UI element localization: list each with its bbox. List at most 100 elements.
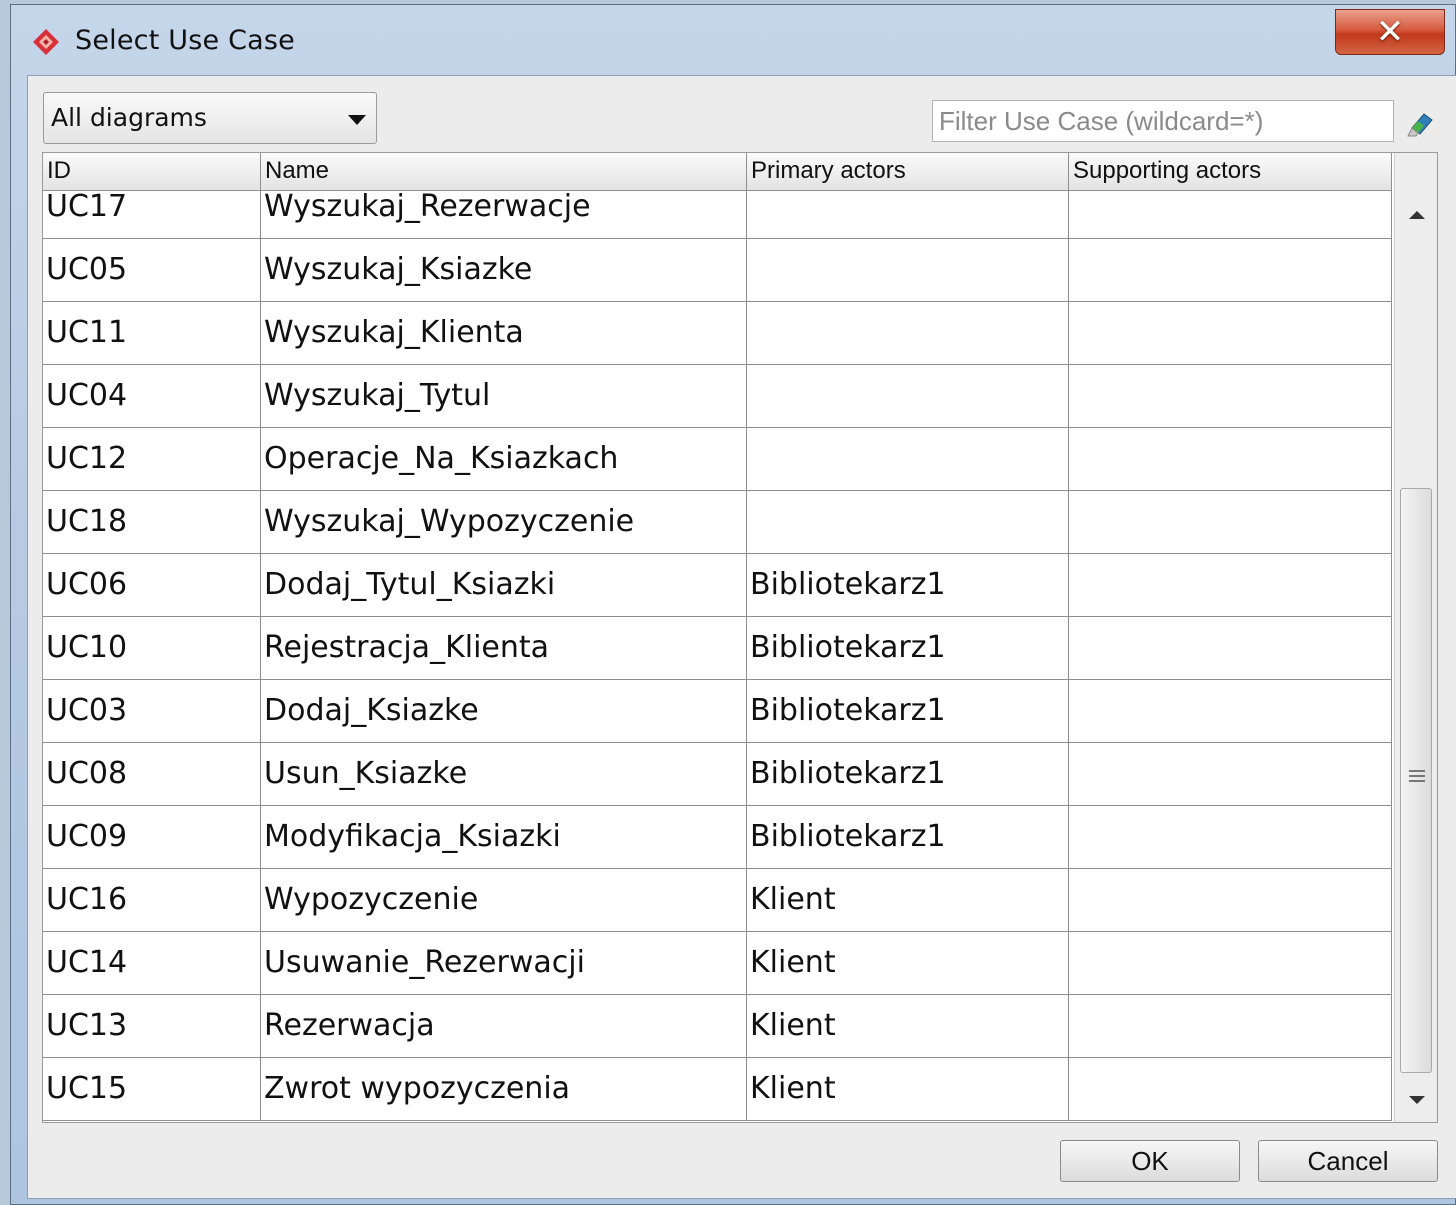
cell-name: Dodaj_Ksiazke <box>261 680 747 742</box>
table-row[interactable]: UC14 Usuwanie_Rezerwacji Klient <box>43 932 1392 995</box>
cell-name: Usuwanie_Rezerwacji <box>261 932 747 994</box>
table-row[interactable]: UC06 Dodaj_Tytul_Ksiazki Bibliotekarz1 <box>43 554 1392 617</box>
column-header-primary-actors[interactable]: Primary actors <box>747 153 1069 191</box>
close-icon: ✕ <box>1375 12 1405 52</box>
cell-supporting-actors <box>1069 491 1392 553</box>
cell-primary-actors <box>747 302 1069 364</box>
grip-icon <box>1409 770 1425 772</box>
table-body: UC17 Wyszukaj_Rezerwacje UC05 Wyszukaj_Ksia… <box>43 191 1392 1122</box>
cancel-button-label: Cancel <box>1307 1146 1389 1176</box>
table-row[interactable]: UC03 Dodaj_Ksiazke Bibliotekarz1 <box>43 680 1392 743</box>
table-row[interactable]: UC11 Wyszukaj_Klienta <box>43 302 1392 365</box>
cell-name: Wyszukaj_Rezerwacje <box>261 191 747 238</box>
cell-supporting-actors <box>1069 365 1392 427</box>
cell-name: Wyszukaj_Tytul <box>261 365 747 427</box>
cell-name: Rezerwacja <box>261 995 747 1057</box>
ok-button[interactable]: OK <box>1060 1140 1240 1182</box>
column-header-name[interactable]: Name <box>261 153 747 191</box>
cell-id: UC04 <box>43 365 261 427</box>
cell-id: UC03 <box>43 680 261 742</box>
cell-primary-actors <box>747 365 1069 427</box>
cell-primary-actors: Bibliotekarz1 <box>747 554 1069 616</box>
cell-supporting-actors <box>1069 239 1392 301</box>
diagram-filter-select[interactable]: All diagrams <box>43 92 377 144</box>
cell-primary-actors: Bibliotekarz1 <box>747 806 1069 868</box>
table-row[interactable]: UC09 Modyfikacja_Ksiazki Bibliotekarz1 <box>43 806 1392 869</box>
table-row[interactable]: UC13 Rezerwacja Klient <box>43 995 1392 1058</box>
cell-id: UC11 <box>43 302 261 364</box>
vertical-scrollbar[interactable] <box>1394 153 1437 1122</box>
table-row[interactable]: UC05 Wyszukaj_Ksiazke <box>43 239 1392 302</box>
table-row[interactable]: UC15 Zwrot wypozyczenia Klient <box>43 1058 1392 1121</box>
scroll-thumb[interactable] <box>1400 488 1432 1073</box>
table-row[interactable]: UC17 Wyszukaj_Rezerwacje <box>43 191 1392 239</box>
title-bar[interactable]: Select Use Case ✕ <box>11 5 1455 73</box>
column-header-id[interactable]: ID <box>43 153 261 191</box>
cell-name: Dodaj_Tytul_Ksiazki <box>261 554 747 616</box>
cell-primary-actors <box>747 491 1069 553</box>
cell-primary-actors <box>747 428 1069 490</box>
cell-id: UC17 <box>43 191 261 238</box>
table-row[interactable]: UC12 Operacje_Na_Ksiazkach <box>43 428 1392 491</box>
cell-name: Zwrot wypozyczenia <box>261 1058 747 1120</box>
cell-supporting-actors <box>1069 869 1392 931</box>
ok-button-label: OK <box>1131 1146 1169 1176</box>
app-logo-icon <box>33 29 59 55</box>
dialog-body: All diagrams ID Name Primary actors Supp… <box>27 75 1456 1199</box>
cell-id: UC18 <box>43 491 261 553</box>
cell-id: UC15 <box>43 1058 261 1120</box>
cell-name: Wyszukaj_Wypozyczenie <box>261 491 747 553</box>
cell-supporting-actors <box>1069 554 1392 616</box>
cell-id: UC08 <box>43 743 261 805</box>
cell-name: Wypozyczenie <box>261 869 747 931</box>
cell-name: Wyszukaj_Klienta <box>261 302 747 364</box>
cell-supporting-actors <box>1069 806 1392 868</box>
cell-primary-actors: Bibliotekarz1 <box>747 617 1069 679</box>
cell-supporting-actors <box>1069 995 1392 1057</box>
cell-primary-actors: Klient <box>747 1058 1069 1120</box>
cell-id: UC09 <box>43 806 261 868</box>
grip-line <box>1409 780 1425 782</box>
cell-supporting-actors <box>1069 302 1392 364</box>
cell-name: Modyfikacja_Ksiazki <box>261 806 747 868</box>
cell-id: UC14 <box>43 932 261 994</box>
cell-id: UC16 <box>43 869 261 931</box>
cell-supporting-actors <box>1069 191 1392 238</box>
cancel-button[interactable]: Cancel <box>1258 1140 1438 1182</box>
cell-supporting-actors <box>1069 428 1392 490</box>
cell-id: UC06 <box>43 554 261 616</box>
cell-id: UC05 <box>43 239 261 301</box>
cell-supporting-actors <box>1069 1058 1392 1120</box>
close-button[interactable]: ✕ <box>1335 9 1445 55</box>
table-row[interactable]: UC08 Usun_Ksiazke Bibliotekarz1 <box>43 743 1392 806</box>
cell-primary-actors <box>747 191 1069 238</box>
filter-use-case-input[interactable] <box>932 100 1394 142</box>
chevron-down-icon <box>348 115 366 125</box>
column-header-supporting-actors[interactable]: Supporting actors <box>1069 153 1392 191</box>
select-use-case-dialog: Select Use Case ✕ All diagrams ID Name P… <box>10 4 1456 1205</box>
cell-primary-actors: Bibliotekarz1 <box>747 743 1069 805</box>
cell-id: UC13 <box>43 995 261 1057</box>
cell-name: Usun_Ksiazke <box>261 743 747 805</box>
table-row[interactable]: UC10 Rejestracja_Klienta Bibliotekarz1 <box>43 617 1392 680</box>
table-row[interactable]: UC16 Wypozyczenie Klient <box>43 869 1392 932</box>
cell-supporting-actors <box>1069 743 1392 805</box>
cell-name: Rejestracja_Klienta <box>261 617 747 679</box>
cell-supporting-actors <box>1069 680 1392 742</box>
cell-id: UC10 <box>43 617 261 679</box>
scroll-up-arrow-icon[interactable] <box>1409 211 1425 219</box>
cell-primary-actors: Klient <box>747 995 1069 1057</box>
table-row[interactable]: UC18 Wyszukaj_Wypozyczenie <box>43 491 1392 554</box>
table-row[interactable]: UC04 Wyszukaj_Tytul <box>43 365 1392 428</box>
grip-line <box>1409 775 1425 777</box>
use-case-table: ID Name Primary actors Supporting actors… <box>42 152 1438 1123</box>
cell-id: UC12 <box>43 428 261 490</box>
cell-primary-actors <box>747 239 1069 301</box>
dialog-title: Select Use Case <box>75 25 295 56</box>
eraser-icon[interactable] <box>1404 106 1438 140</box>
cell-supporting-actors <box>1069 932 1392 994</box>
diagram-filter-value: All diagrams <box>51 103 207 132</box>
scroll-down-arrow-icon[interactable] <box>1409 1096 1425 1104</box>
cell-supporting-actors <box>1069 617 1392 679</box>
cell-primary-actors: Klient <box>747 932 1069 994</box>
